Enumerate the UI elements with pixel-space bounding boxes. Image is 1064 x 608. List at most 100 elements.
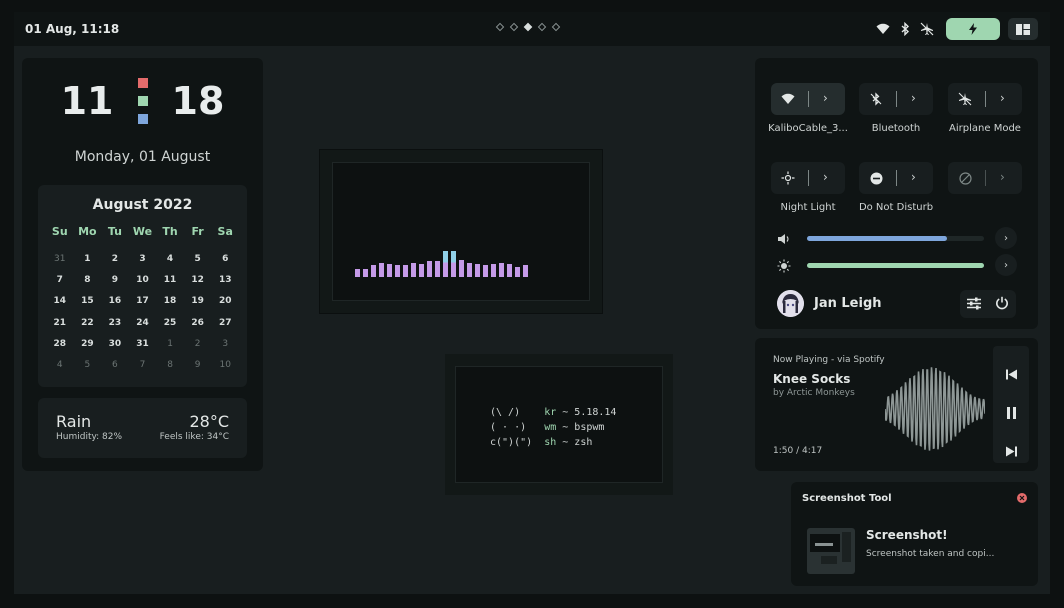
calendar-day[interactable]: 10: [129, 270, 157, 291]
wifi-toggle[interactable]: ›: [771, 83, 845, 115]
wifi-icon[interactable]: [876, 22, 890, 36]
dnd-toggle[interactable]: ›: [859, 162, 933, 194]
volume-slider[interactable]: [807, 236, 984, 241]
chevron-right-icon[interactable]: ›: [1000, 91, 1005, 105]
visualizer-window[interactable]: [320, 150, 602, 313]
chevron-right-icon[interactable]: ›: [1000, 170, 1005, 184]
calendar-day[interactable]: 6: [101, 355, 129, 376]
ascii-art: c(")("): [490, 437, 533, 448]
chevron-right-icon[interactable]: ›: [911, 170, 916, 184]
toggle-divider: [985, 170, 986, 186]
workspace-dot[interactable]: [509, 22, 519, 32]
layout-button[interactable]: [1008, 18, 1038, 40]
visualizer-bar: [427, 261, 432, 277]
calendar-day[interactable]: 6: [211, 249, 239, 270]
calendar-day[interactable]: 1: [156, 334, 184, 355]
calendar-day[interactable]: 18: [156, 291, 184, 312]
calendar-day[interactable]: 11: [156, 270, 184, 291]
disabled-toggle[interactable]: ›: [948, 162, 1022, 194]
workspace-dot[interactable]: [537, 22, 547, 32]
brightness-more-button[interactable]: ›: [995, 254, 1017, 276]
airplane-toggle[interactable]: ›: [948, 83, 1022, 115]
bluetooth-toggle[interactable]: ›: [859, 83, 933, 115]
calendar-day[interactable]: 12: [184, 270, 212, 291]
weekday-header: We: [132, 225, 153, 238]
calendar-day[interactable]: 26: [184, 313, 212, 334]
user-name: Jan Leigh: [814, 296, 882, 311]
calendar-day[interactable]: 20: [211, 291, 239, 312]
close-icon[interactable]: [1017, 493, 1027, 503]
calendar-day[interactable]: 3: [211, 334, 239, 355]
calendar-day[interactable]: 31: [129, 334, 157, 355]
bluetooth-label: Bluetooth: [871, 123, 921, 134]
calendar-day[interactable]: 2: [101, 249, 129, 270]
settings-sliders-icon[interactable]: [967, 295, 981, 314]
calendar-day[interactable]: 4: [46, 355, 74, 376]
calendar-day[interactable]: 13: [211, 270, 239, 291]
calendar-day[interactable]: 14: [46, 291, 74, 312]
calendar-day[interactable]: 3: [129, 249, 157, 270]
calendar-day[interactable]: 25: [156, 313, 184, 334]
calendar-day[interactable]: 10: [211, 355, 239, 376]
visualizer-bar: [379, 263, 384, 277]
calendar-day[interactable]: 8: [156, 355, 184, 376]
chevron-right-icon[interactable]: ›: [823, 91, 828, 105]
calendar-day[interactable]: 21: [46, 313, 74, 334]
calendar-day[interactable]: 31: [46, 249, 74, 270]
night-light-toggle[interactable]: ›: [771, 162, 845, 194]
calendar-day[interactable]: 15: [74, 291, 102, 312]
calendar-day[interactable]: 22: [74, 313, 102, 334]
visualizer-bar: [515, 267, 520, 277]
playback-controls: [993, 346, 1029, 463]
bar-datetime: 01 Aug, 11:18: [25, 22, 120, 36]
visualizer-bar: [435, 261, 440, 277]
pause-button[interactable]: [1004, 406, 1018, 420]
brightness-slider[interactable]: [807, 263, 984, 268]
calendar-day[interactable]: 5: [184, 249, 212, 270]
visualizer-canvas: [332, 162, 590, 301]
calendar-day[interactable]: 27: [211, 313, 239, 334]
previous-track-button[interactable]: [1004, 367, 1018, 381]
calendar-day[interactable]: 8: [74, 270, 102, 291]
workspace-dot[interactable]: [523, 22, 533, 32]
chevron-right-icon: ›: [1004, 232, 1008, 244]
lightning-icon: [969, 23, 977, 35]
workspace-indicator: [495, 22, 561, 32]
weather-temperature: 28°C: [189, 412, 229, 431]
next-track-button[interactable]: [1004, 444, 1018, 458]
disabled-icon: [958, 171, 972, 185]
calendar-day[interactable]: 24: [129, 313, 157, 334]
calendar-day[interactable]: 7: [129, 355, 157, 376]
terminal-window[interactable]: (\ /) kr ~ 5.18.14( · ·) wm ~ bspwm c(")(…: [445, 354, 673, 495]
calendar-day[interactable]: 1: [74, 249, 102, 270]
calendar-day[interactable]: 16: [101, 291, 129, 312]
calendar-day[interactable]: 30: [101, 334, 129, 355]
workspace-dot[interactable]: [551, 22, 561, 32]
user-actions: [960, 290, 1016, 318]
chevron-right-icon[interactable]: ›: [823, 170, 828, 184]
bluetooth-icon[interactable]: [898, 22, 912, 36]
volume-more-button[interactable]: ›: [995, 227, 1017, 249]
night-light-icon: [781, 171, 795, 185]
power-icon[interactable]: [995, 295, 1009, 314]
calendar-day[interactable]: 9: [101, 270, 129, 291]
chevron-right-icon[interactable]: ›: [911, 91, 916, 105]
calendar-day[interactable]: 23: [101, 313, 129, 334]
calendar-day[interactable]: 9: [184, 355, 212, 376]
calendar-day[interactable]: 2: [184, 334, 212, 355]
track-time: 1:50 / 4:17: [773, 446, 823, 456]
notification-card[interactable]: Screenshot Tool Screenshot! Screenshot t…: [791, 482, 1038, 586]
airplane-icon[interactable]: [920, 22, 934, 36]
calendar-day[interactable]: 29: [74, 334, 102, 355]
visualizer-bar: [475, 264, 480, 277]
calendar-day[interactable]: 4: [156, 249, 184, 270]
visualizer-bar: [395, 265, 400, 277]
workspace-dot[interactable]: [495, 22, 505, 32]
calendar-day[interactable]: 19: [184, 291, 212, 312]
power-mode-button[interactable]: [946, 18, 1000, 40]
calendar-day[interactable]: 7: [46, 270, 74, 291]
calendar-day[interactable]: 5: [74, 355, 102, 376]
calendar-day[interactable]: 17: [129, 291, 157, 312]
fetch-key: wm: [544, 422, 557, 433]
calendar-day[interactable]: 28: [46, 334, 74, 355]
